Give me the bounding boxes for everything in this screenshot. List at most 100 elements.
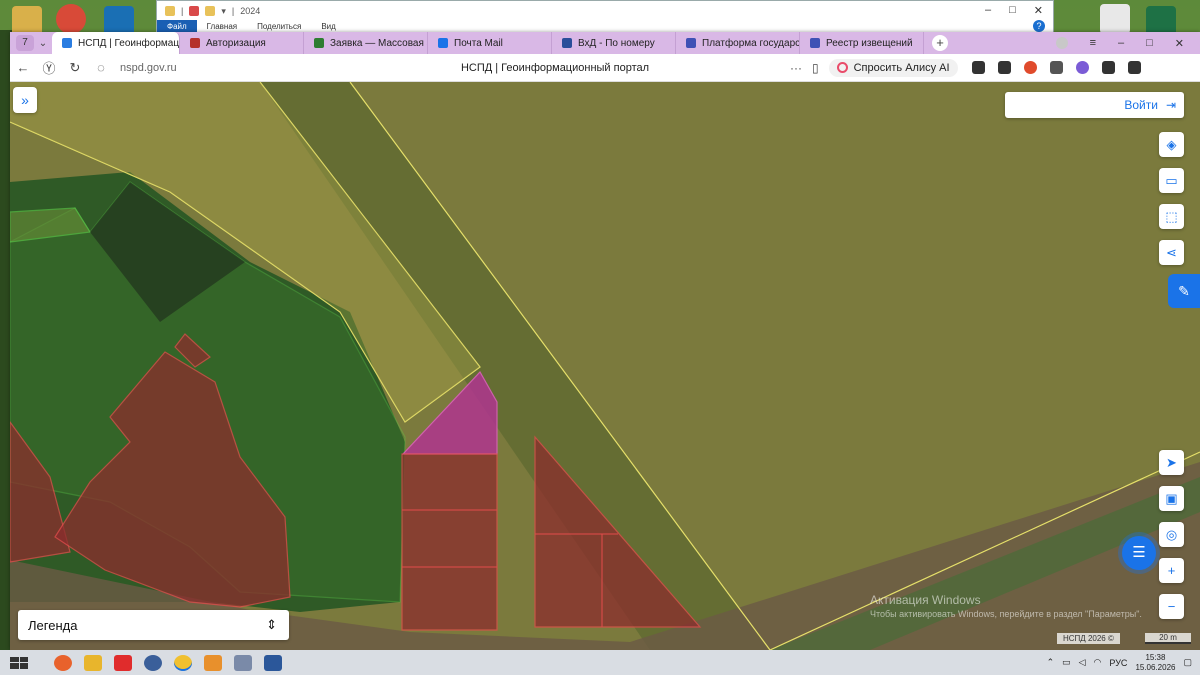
geolocation-icon[interactable]: ➤	[1159, 450, 1184, 475]
taskbar: ⌃ ▭ ◁ ◠ РУС 15:38 15.06.2026 ▢	[0, 650, 1200, 675]
tab-label: Реестр извещений	[826, 37, 913, 49]
tab-count-badge[interactable]: 7	[16, 35, 34, 51]
map-svg[interactable]	[10, 82, 1200, 650]
expand-panel-button[interactable]: »	[13, 87, 37, 113]
map-canvas[interactable]: » Войти ⇥ ◈ ▭ ⬚ ⋖ ✎ ➤ ▣ ◎ + − ☰ Легенда …	[10, 82, 1200, 650]
emblem-icon	[686, 38, 696, 48]
word-icon[interactable]	[264, 654, 282, 671]
file-explorer-window: | ▾ | 2024 Файл Главная Поделиться Вид –…	[156, 0, 1054, 34]
ask-alice-label: Спросить Алису AI	[853, 61, 950, 74]
dropdown-icon[interactable]: ▾	[221, 6, 226, 17]
extension-icon-6[interactable]	[1101, 61, 1115, 74]
extension-icon-2[interactable]	[997, 61, 1011, 74]
tab-registry[interactable]: Реестр извещений	[800, 32, 924, 54]
mail-icon	[438, 38, 448, 48]
notifications-icon[interactable]: ▢	[1183, 657, 1192, 668]
tab-auth[interactable]: Авторизация	[180, 32, 304, 54]
new-tab-button[interactable]: +	[932, 35, 948, 51]
chat-icon[interactable]: ☰	[1122, 536, 1156, 570]
tab-zayavka[interactable]: Заявка — Массовая заяв	[304, 32, 428, 54]
wifi-icon[interactable]: ◠	[1094, 657, 1102, 668]
address-bar: ← Ⓨ ↻ ◌ nspd.gov.ru НСПД | Геоинформацио…	[10, 54, 1200, 82]
browser-window: 7 ⌄ НСПД | Геоинформац ✕ Авторизация Зая…	[10, 32, 1200, 650]
tab-vhd[interactable]: ВхД - По номеру	[552, 32, 676, 54]
language-indicator[interactable]: РУС	[1109, 658, 1127, 668]
login-icon: ⇥	[1165, 98, 1176, 112]
tab-strip: 7 ⌄ НСПД | Геоинформац ✕ Авторизация Зая…	[10, 32, 1200, 54]
zoom-out-button[interactable]: −	[1159, 594, 1184, 619]
refresh-icon[interactable]: ↻	[62, 60, 88, 76]
extensions-bar	[971, 61, 1141, 74]
bookmark-icon[interactable]: ▯	[812, 61, 819, 75]
file-explorer-icon[interactable]	[84, 654, 102, 671]
maximize-button[interactable]: □	[1009, 4, 1016, 17]
clock-date: 15.06.2026	[1135, 662, 1176, 672]
avatar[interactable]	[1055, 37, 1068, 49]
page-title: НСПД | Геоинформационный портал	[460, 61, 650, 74]
globe-icon	[62, 38, 72, 48]
close-button[interactable]: ✕	[1034, 4, 1043, 17]
close-button[interactable]: ✕	[1175, 37, 1184, 50]
tab-nspd[interactable]: НСПД | Геоинформац ✕	[52, 32, 180, 54]
chevron-down-icon[interactable]: ⌄	[34, 38, 52, 49]
watermark-subtitle: Чтобы активировать Windows, перейдите в …	[870, 609, 1142, 619]
windows-activation-watermark: Активация Windows Чтобы активировать Win…	[870, 593, 1142, 619]
ruler-icon[interactable]: ▭	[1159, 168, 1184, 193]
tab-mail[interactable]: Почта Mail	[428, 32, 552, 54]
extension-icon-1[interactable]	[971, 61, 985, 74]
extension-icon-4[interactable]	[1049, 61, 1063, 74]
explorer-quick-access: | ▾ | 2024	[165, 4, 260, 18]
map-scale: 20 m	[1145, 633, 1191, 644]
more-icon[interactable]: ···	[790, 61, 802, 75]
url-field[interactable]: nspd.gov.ru	[120, 62, 350, 74]
desktop-icon-document[interactable]	[1100, 4, 1130, 34]
download-icon[interactable]	[1127, 61, 1141, 74]
maximize-button[interactable]: □	[1146, 37, 1153, 49]
menu-icon[interactable]: ≡	[1090, 37, 1096, 49]
zoom-in-button[interactable]: +	[1159, 558, 1184, 583]
ask-alice-button[interactable]: Спросить Алису AI	[828, 58, 958, 77]
browser-window-controls: ≡ – □ ✕	[1055, 37, 1200, 50]
legend-dropdown[interactable]: Легенда ⇕	[18, 610, 289, 640]
location-pin-icon[interactable]: ◎	[1159, 522, 1184, 547]
minimize-button[interactable]: –	[1118, 37, 1124, 49]
chevron-up-icon[interactable]: ⌃	[1047, 657, 1055, 668]
firefox-icon[interactable]	[54, 654, 72, 671]
network-icon[interactable]: ▭	[1062, 657, 1071, 668]
help-icon[interactable]: ?	[1033, 20, 1045, 32]
desktop-icon-chrome[interactable]	[56, 4, 86, 34]
tab-label: Почта Mail	[454, 37, 503, 49]
address-tools: ··· ▯ Спросить Алису AI	[790, 58, 958, 77]
shield-icon[interactable]: ◌	[88, 60, 114, 75]
checklist-icon[interactable]	[189, 6, 200, 16]
login-button[interactable]: Войти ⇥	[1005, 92, 1184, 118]
image-viewer-icon[interactable]	[234, 654, 252, 671]
discussion-icon[interactable]: ✎	[1168, 274, 1200, 308]
back-arrow-icon[interactable]: ←	[10, 60, 36, 75]
minimap-icon[interactable]: ▣	[1159, 486, 1184, 511]
yandex-icon[interactable]	[114, 654, 132, 671]
browser-c-icon[interactable]	[144, 654, 162, 671]
cube-icon	[190, 38, 200, 48]
yandex-browser-icon[interactable]	[174, 654, 192, 671]
photos-icon[interactable]	[204, 654, 222, 671]
tab-label: Платформа государстве	[702, 37, 800, 49]
legend-label: Легенда	[28, 617, 78, 633]
separator: |	[231, 6, 235, 16]
select-area-icon[interactable]: ⬚	[1159, 204, 1184, 229]
minimize-button[interactable]: –	[985, 4, 991, 17]
separator: |	[181, 6, 184, 16]
windows-start-icon[interactable]	[10, 656, 28, 669]
gmail-icon	[314, 38, 324, 48]
clock[interactable]: 15:38 15.06.2026	[1135, 653, 1175, 673]
yandex-y-icon[interactable]: Ⓨ	[36, 58, 62, 77]
folder-icon[interactable]	[205, 6, 216, 16]
emblem-icon	[810, 38, 820, 48]
extension-icon-5[interactable]	[1075, 61, 1089, 74]
share-icon[interactable]: ⋖	[1159, 240, 1184, 265]
layers-icon[interactable]: ◈	[1159, 132, 1184, 157]
volume-icon[interactable]: ◁	[1079, 657, 1086, 668]
extension-icon-3[interactable]	[1023, 61, 1037, 74]
folder-icon	[165, 6, 175, 16]
tab-platform[interactable]: Платформа государстве	[676, 32, 800, 54]
